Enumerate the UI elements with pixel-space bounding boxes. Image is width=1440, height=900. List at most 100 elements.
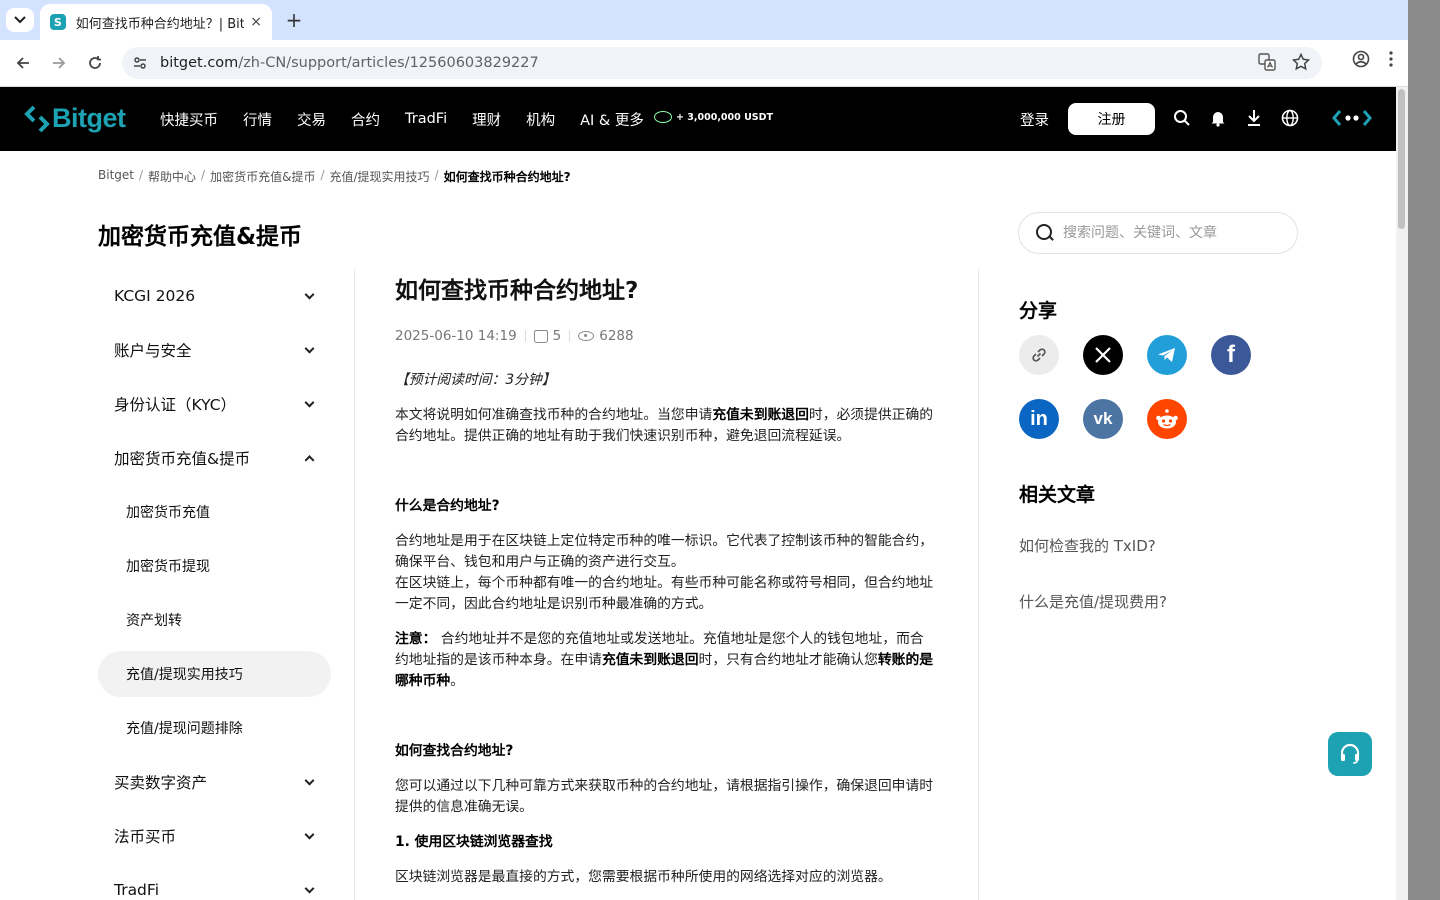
nav-item[interactable]: 交易 bbox=[297, 109, 326, 130]
address-bar[interactable]: bitget.com/zh-CN/support/articles/125606… bbox=[122, 47, 1322, 79]
sidebar: KCGI 2026 账户与安全 身份认证（KYC） 加密货币充值&提币 加密货币… bbox=[98, 269, 331, 900]
sidebar-item-kcgi[interactable]: KCGI 2026 bbox=[98, 269, 331, 323]
sidebar-item-fiat[interactable]: 法币买币 bbox=[98, 809, 331, 863]
sidebar-item-tradfi[interactable]: TradFi bbox=[98, 863, 331, 900]
category-title: 加密货币充值&提币 bbox=[98, 224, 303, 250]
breadcrumb-link[interactable]: 帮助中心 bbox=[148, 168, 196, 185]
help-search-input[interactable] bbox=[1063, 225, 1283, 241]
paragraph: 合约地址是用于在区块链上定位特定币种的唯一标识。它代表了控制该币种的智能合约，确… bbox=[395, 533, 934, 570]
breadcrumb-link[interactable]: 充值/提现实用技巧 bbox=[330, 168, 430, 185]
related-article-link[interactable]: 什么是充值/提现费用? bbox=[1019, 591, 1167, 647]
view-count: 6288 bbox=[599, 328, 634, 344]
browser-menu-area bbox=[1352, 50, 1408, 72]
sidebar-divider bbox=[354, 269, 355, 900]
sidebar-item-kyc[interactable]: 身份认证（KYC） bbox=[98, 377, 331, 431]
bitget-logo[interactable]: Bitget bbox=[24, 103, 126, 134]
chevron-up-icon bbox=[304, 455, 315, 466]
paragraph: 区块链浏览器是最直接的方式，您需要根据币种所使用的网络选择对应的浏览器。 bbox=[395, 869, 892, 885]
browser-tab[interactable]: S 如何查找币种合约地址？| Bitget × bbox=[40, 4, 272, 40]
profile-icon[interactable] bbox=[1352, 50, 1370, 72]
nav-item[interactable]: 理财 bbox=[472, 109, 501, 130]
scrollbar-thumb[interactable] bbox=[1398, 89, 1405, 229]
linkedin-icon[interactable]: in bbox=[1019, 399, 1059, 439]
nav-item[interactable]: 机构 bbox=[526, 109, 555, 130]
content-divider bbox=[978, 269, 979, 900]
window-gutter bbox=[1408, 0, 1440, 900]
telegram-icon[interactable] bbox=[1147, 335, 1187, 375]
page-scrollbar[interactable] bbox=[1396, 87, 1408, 900]
forward-button[interactable] bbox=[46, 50, 72, 76]
bitget-logo-icon bbox=[24, 105, 50, 132]
nav-item[interactable]: TradFi bbox=[405, 111, 447, 127]
sidebar-subitem[interactable]: 加密货币充值 bbox=[98, 485, 331, 539]
sidebar-item-account-security[interactable]: 账户与安全 bbox=[98, 323, 331, 377]
chevron-down-icon bbox=[304, 775, 315, 786]
article-meta: 2025-06-10 14:19 5 6288 bbox=[395, 327, 935, 345]
sidebar-item-trade-crypto[interactable]: 买卖数字资产 bbox=[98, 755, 331, 809]
reddit-icon[interactable] bbox=[1147, 399, 1187, 439]
section-heading: 1. 使用区块链浏览器查找 bbox=[395, 834, 553, 850]
facebook-icon[interactable]: f bbox=[1211, 335, 1251, 375]
chevron-down-icon bbox=[14, 16, 26, 24]
register-button[interactable]: 注册 bbox=[1068, 103, 1155, 135]
sidebar-item-deposit-withdraw[interactable]: 加密货币充值&提币 bbox=[98, 431, 331, 485]
headset-icon bbox=[1340, 743, 1360, 764]
bitget-wallet-icon[interactable] bbox=[1332, 108, 1372, 133]
section-heading: 什么是合约地址? bbox=[395, 498, 500, 514]
search-icon[interactable] bbox=[1172, 107, 1192, 129]
link-icon[interactable] bbox=[1019, 335, 1059, 375]
customer-support-button[interactable] bbox=[1328, 732, 1372, 776]
bell-icon[interactable] bbox=[1208, 107, 1228, 129]
nav-item[interactable]: 行情 bbox=[243, 109, 272, 130]
eye-icon bbox=[578, 331, 595, 341]
address-bar-actions bbox=[1258, 52, 1311, 75]
main-nav: 快捷买币 行情 交易 合约 TradFi 理财 机构 AI & 更多 bbox=[160, 87, 644, 151]
x-icon[interactable] bbox=[1083, 335, 1123, 375]
nav-item[interactable]: AI & 更多 bbox=[580, 109, 644, 130]
related-article-link[interactable]: 如何检查我的 TxID? bbox=[1019, 535, 1167, 591]
share-icons: f in vk bbox=[1019, 335, 1259, 439]
like-count: 5 bbox=[552, 328, 562, 344]
bookmark-star-icon[interactable] bbox=[1291, 52, 1311, 75]
reload-icon bbox=[89, 56, 101, 69]
sidebar-subitem[interactable]: 充值/提现问题排除 bbox=[98, 701, 331, 755]
paragraph: 在区块链上，每个币种都有唯一的合约地址。有些币种可能名称或符号相同，但合约地址一… bbox=[395, 575, 934, 612]
breadcrumb-link[interactable]: Bitget bbox=[98, 168, 134, 185]
nav-item[interactable]: 合约 bbox=[351, 109, 380, 130]
promo-banner[interactable]: + 3,000,000 USDT bbox=[654, 111, 773, 123]
related-articles-title: 相关文章 bbox=[1019, 484, 1096, 506]
header-icons bbox=[1172, 107, 1300, 129]
back-button[interactable] bbox=[10, 50, 36, 76]
sidebar-subitem[interactable]: 资产划转 bbox=[98, 593, 331, 647]
help-search-box[interactable] bbox=[1018, 212, 1298, 254]
section-heading: 如何查找合约地址? bbox=[395, 743, 514, 759]
tab-close-button[interactable]: × bbox=[250, 14, 262, 30]
chevron-down-icon bbox=[304, 397, 315, 408]
globe-icon[interactable] bbox=[1280, 107, 1300, 129]
breadcrumb: Bitget / 帮助中心 / 加密货币充值&提币 / 充值/提现实用技巧 / … bbox=[98, 168, 571, 185]
new-tab-button[interactable]: + bbox=[282, 8, 306, 32]
sidebar-subitem-active[interactable]: 充值/提现实用技巧 bbox=[98, 651, 331, 697]
article-date: 2025-06-10 14:19 bbox=[395, 328, 517, 344]
article-intro: 本文将说明如何准确查找币种的合约地址。当您申请充值未到账退回时，必须提供正确的合… bbox=[395, 407, 934, 444]
download-icon[interactable] bbox=[1244, 107, 1264, 129]
tab-search-button[interactable] bbox=[6, 8, 34, 32]
related-articles: 如何检查我的 TxID? 什么是充值/提现费用? bbox=[1019, 535, 1167, 647]
vk-icon[interactable]: vk bbox=[1083, 399, 1123, 439]
breadcrumb-link[interactable]: 加密货币充值&提币 bbox=[210, 168, 315, 185]
sidebar-subitem[interactable]: 加密货币提现 bbox=[98, 539, 331, 593]
url-text: bitget.com/zh-CN/support/articles/125606… bbox=[160, 55, 539, 71]
browser-toolbar: bitget.com/zh-CN/support/articles/125606… bbox=[0, 40, 1408, 87]
reload-button[interactable] bbox=[82, 50, 108, 76]
bitget-favicon-icon: S bbox=[50, 14, 66, 30]
kebab-menu-icon[interactable] bbox=[1388, 50, 1394, 72]
arrow-left-icon bbox=[16, 57, 29, 69]
reading-time: 【预计阅读时间：3分钟】 bbox=[395, 372, 556, 388]
thumbs-up-icon[interactable] bbox=[533, 329, 548, 343]
translate-icon[interactable] bbox=[1258, 53, 1276, 75]
login-link[interactable]: 登录 bbox=[1020, 109, 1049, 130]
article: 如何查找币种合约地址? 2025-06-10 14:19 5 6288 【预计阅… bbox=[395, 271, 935, 888]
nav-item[interactable]: 快捷买币 bbox=[160, 109, 218, 130]
arrow-right-icon bbox=[53, 57, 66, 69]
site-info-icon[interactable] bbox=[124, 55, 156, 71]
